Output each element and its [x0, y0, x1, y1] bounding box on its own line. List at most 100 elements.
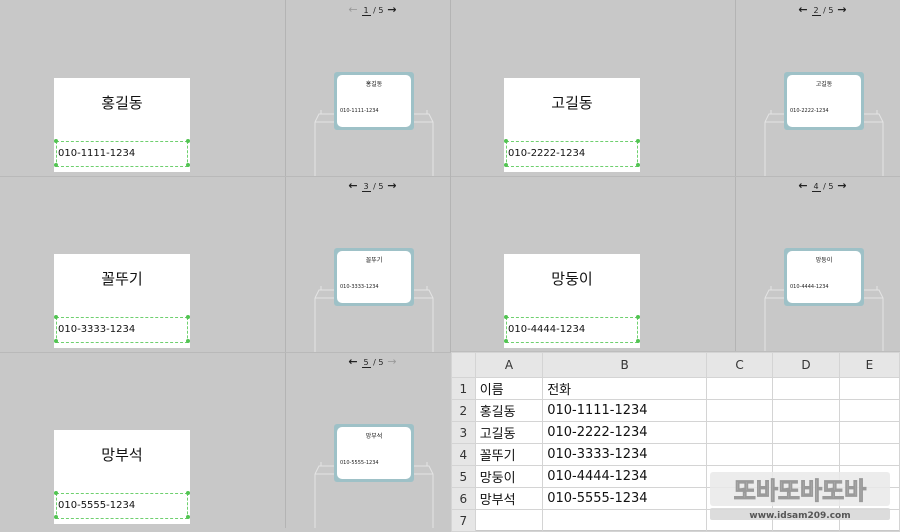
resize-handle[interactable]: [54, 515, 58, 519]
resize-handle[interactable]: [504, 339, 508, 343]
cell-c[interactable]: [706, 421, 773, 444]
next-page-arrow-icon[interactable]: →: [386, 355, 398, 368]
cell-c[interactable]: [706, 443, 773, 466]
column-header-c[interactable]: C: [706, 352, 773, 378]
name-card[interactable]: 꼴뚜기 010-3333-1234: [54, 254, 190, 348]
prev-page-arrow-icon[interactable]: ←: [797, 179, 809, 192]
watermark-url: www.idsam209.com: [749, 511, 850, 521]
select-all-corner[interactable]: [451, 352, 476, 378]
next-page-arrow-icon[interactable]: →: [836, 3, 848, 16]
card-name: 꼴뚜기: [101, 270, 143, 288]
resize-handle[interactable]: [186, 339, 190, 343]
resize-handle[interactable]: [54, 163, 58, 167]
row-header[interactable]: 4: [451, 443, 476, 466]
cell-a[interactable]: 망둥이: [474, 465, 544, 488]
page-total: 5: [828, 6, 834, 15]
cell-d[interactable]: [772, 377, 840, 400]
cell-b[interactable]: [542, 509, 708, 532]
current-page[interactable]: 2: [811, 6, 821, 16]
resize-handle[interactable]: [186, 315, 190, 319]
resize-handle[interactable]: [186, 139, 190, 143]
prev-page-arrow-icon[interactable]: ←: [797, 3, 809, 16]
cell-a[interactable]: 고길동: [474, 421, 544, 444]
cell-e[interactable]: [838, 399, 900, 422]
cell-a[interactable]: [474, 509, 544, 532]
cell-a[interactable]: 꼴뚜기: [474, 443, 544, 466]
cell-b[interactable]: 010-1111-1234: [542, 399, 708, 422]
current-page[interactable]: 5: [361, 358, 371, 368]
card-phone: 010-5555-1234: [58, 500, 136, 511]
row-header[interactable]: 1: [451, 377, 476, 400]
page-total: 5: [828, 182, 834, 191]
resize-handle[interactable]: [636, 339, 640, 343]
row-header[interactable]: 3: [451, 421, 476, 444]
next-page-arrow-icon[interactable]: →: [836, 179, 848, 192]
resize-handle[interactable]: [504, 315, 508, 319]
resize-handle[interactable]: [54, 315, 58, 319]
cell-d[interactable]: [772, 421, 840, 444]
card-preview: 홍길동 010-1111-1234: [334, 72, 414, 130]
cell-a[interactable]: 망부석: [474, 487, 544, 510]
resize-handle[interactable]: [504, 139, 508, 143]
resize-handle[interactable]: [186, 515, 190, 519]
card-phone: 010-3333-1234: [58, 324, 136, 335]
row-header[interactable]: 6: [451, 487, 476, 510]
resize-handle[interactable]: [186, 163, 190, 167]
preview-name: 고길동: [815, 81, 833, 88]
cell-b[interactable]: 010-3333-1234: [542, 443, 708, 466]
resize-handle[interactable]: [54, 139, 58, 143]
cell-b[interactable]: 010-2222-1234: [542, 421, 708, 444]
resize-handle[interactable]: [636, 315, 640, 319]
card-preview: 망둥이 010-4444-1234: [784, 248, 864, 306]
cell-d[interactable]: [772, 399, 840, 422]
column-header-b[interactable]: B: [542, 352, 708, 378]
prev-page-arrow-icon[interactable]: ←: [347, 3, 359, 16]
row-header[interactable]: 2: [451, 399, 476, 422]
cell-a[interactable]: 이름: [474, 377, 544, 400]
resize-handle[interactable]: [636, 163, 640, 167]
column-header-a[interactable]: A: [474, 352, 544, 378]
slide-canvas: 망부석 010-5555-1234: [0, 352, 285, 528]
row-header[interactable]: 7: [451, 509, 476, 532]
cell-a[interactable]: 홍길동: [474, 399, 544, 422]
page-total: 5: [378, 6, 384, 15]
name-card[interactable]: 망둥이 010-4444-1234: [504, 254, 640, 348]
current-page[interactable]: 4: [811, 182, 821, 192]
resize-handle[interactable]: [186, 491, 190, 495]
cell-b[interactable]: 010-4444-1234: [542, 465, 708, 488]
name-card[interactable]: 망부석 010-5555-1234: [54, 430, 190, 524]
resize-handle[interactable]: [504, 163, 508, 167]
cell-c[interactable]: [706, 399, 773, 422]
next-page-arrow-icon[interactable]: →: [386, 3, 398, 16]
cell-e[interactable]: [838, 443, 900, 466]
next-page-arrow-icon[interactable]: →: [386, 179, 398, 192]
cell-e[interactable]: [838, 421, 900, 444]
resize-handle[interactable]: [636, 139, 640, 143]
row-header[interactable]: 5: [451, 465, 476, 488]
slide-canvas: 고길동 010-2222-1234: [450, 0, 735, 176]
resize-handle[interactable]: [54, 491, 58, 495]
current-page[interactable]: 3: [361, 182, 371, 192]
cell-b[interactable]: 전화: [542, 377, 708, 400]
cell-b[interactable]: 010-5555-1234: [542, 487, 708, 510]
pane-divider: [735, 0, 736, 176]
site-watermark-logo: 또바또바또바 www.idsam209.com: [710, 472, 890, 521]
prev-page-arrow-icon[interactable]: ←: [347, 355, 359, 368]
watermark-logo-text: 또바또바또바: [734, 477, 866, 505]
column-header-d[interactable]: D: [772, 352, 840, 378]
preview-pane: ← 4 / 5 → 망둥이 010-4444-1234: [735, 176, 900, 352]
name-card[interactable]: 고길동 010-2222-1234: [504, 78, 640, 172]
current-page[interactable]: 1: [361, 6, 371, 16]
name-card[interactable]: 홍길동 010-1111-1234: [54, 78, 190, 172]
preview-pane: ← 3 / 5 → 꼴뚜기 010-3333-1234: [285, 176, 450, 352]
cell-d[interactable]: [772, 443, 840, 466]
prev-page-arrow-icon[interactable]: ←: [347, 179, 359, 192]
resize-handle[interactable]: [54, 339, 58, 343]
cell-e[interactable]: [838, 377, 900, 400]
page-total: 5: [378, 358, 384, 367]
preview-phone: 010-5555-1234: [340, 460, 379, 466]
column-header-row: A B C D E: [451, 352, 900, 378]
cell-c[interactable]: [706, 377, 773, 400]
column-header-e[interactable]: E: [838, 352, 900, 378]
preview-name: 망부석: [365, 433, 383, 440]
